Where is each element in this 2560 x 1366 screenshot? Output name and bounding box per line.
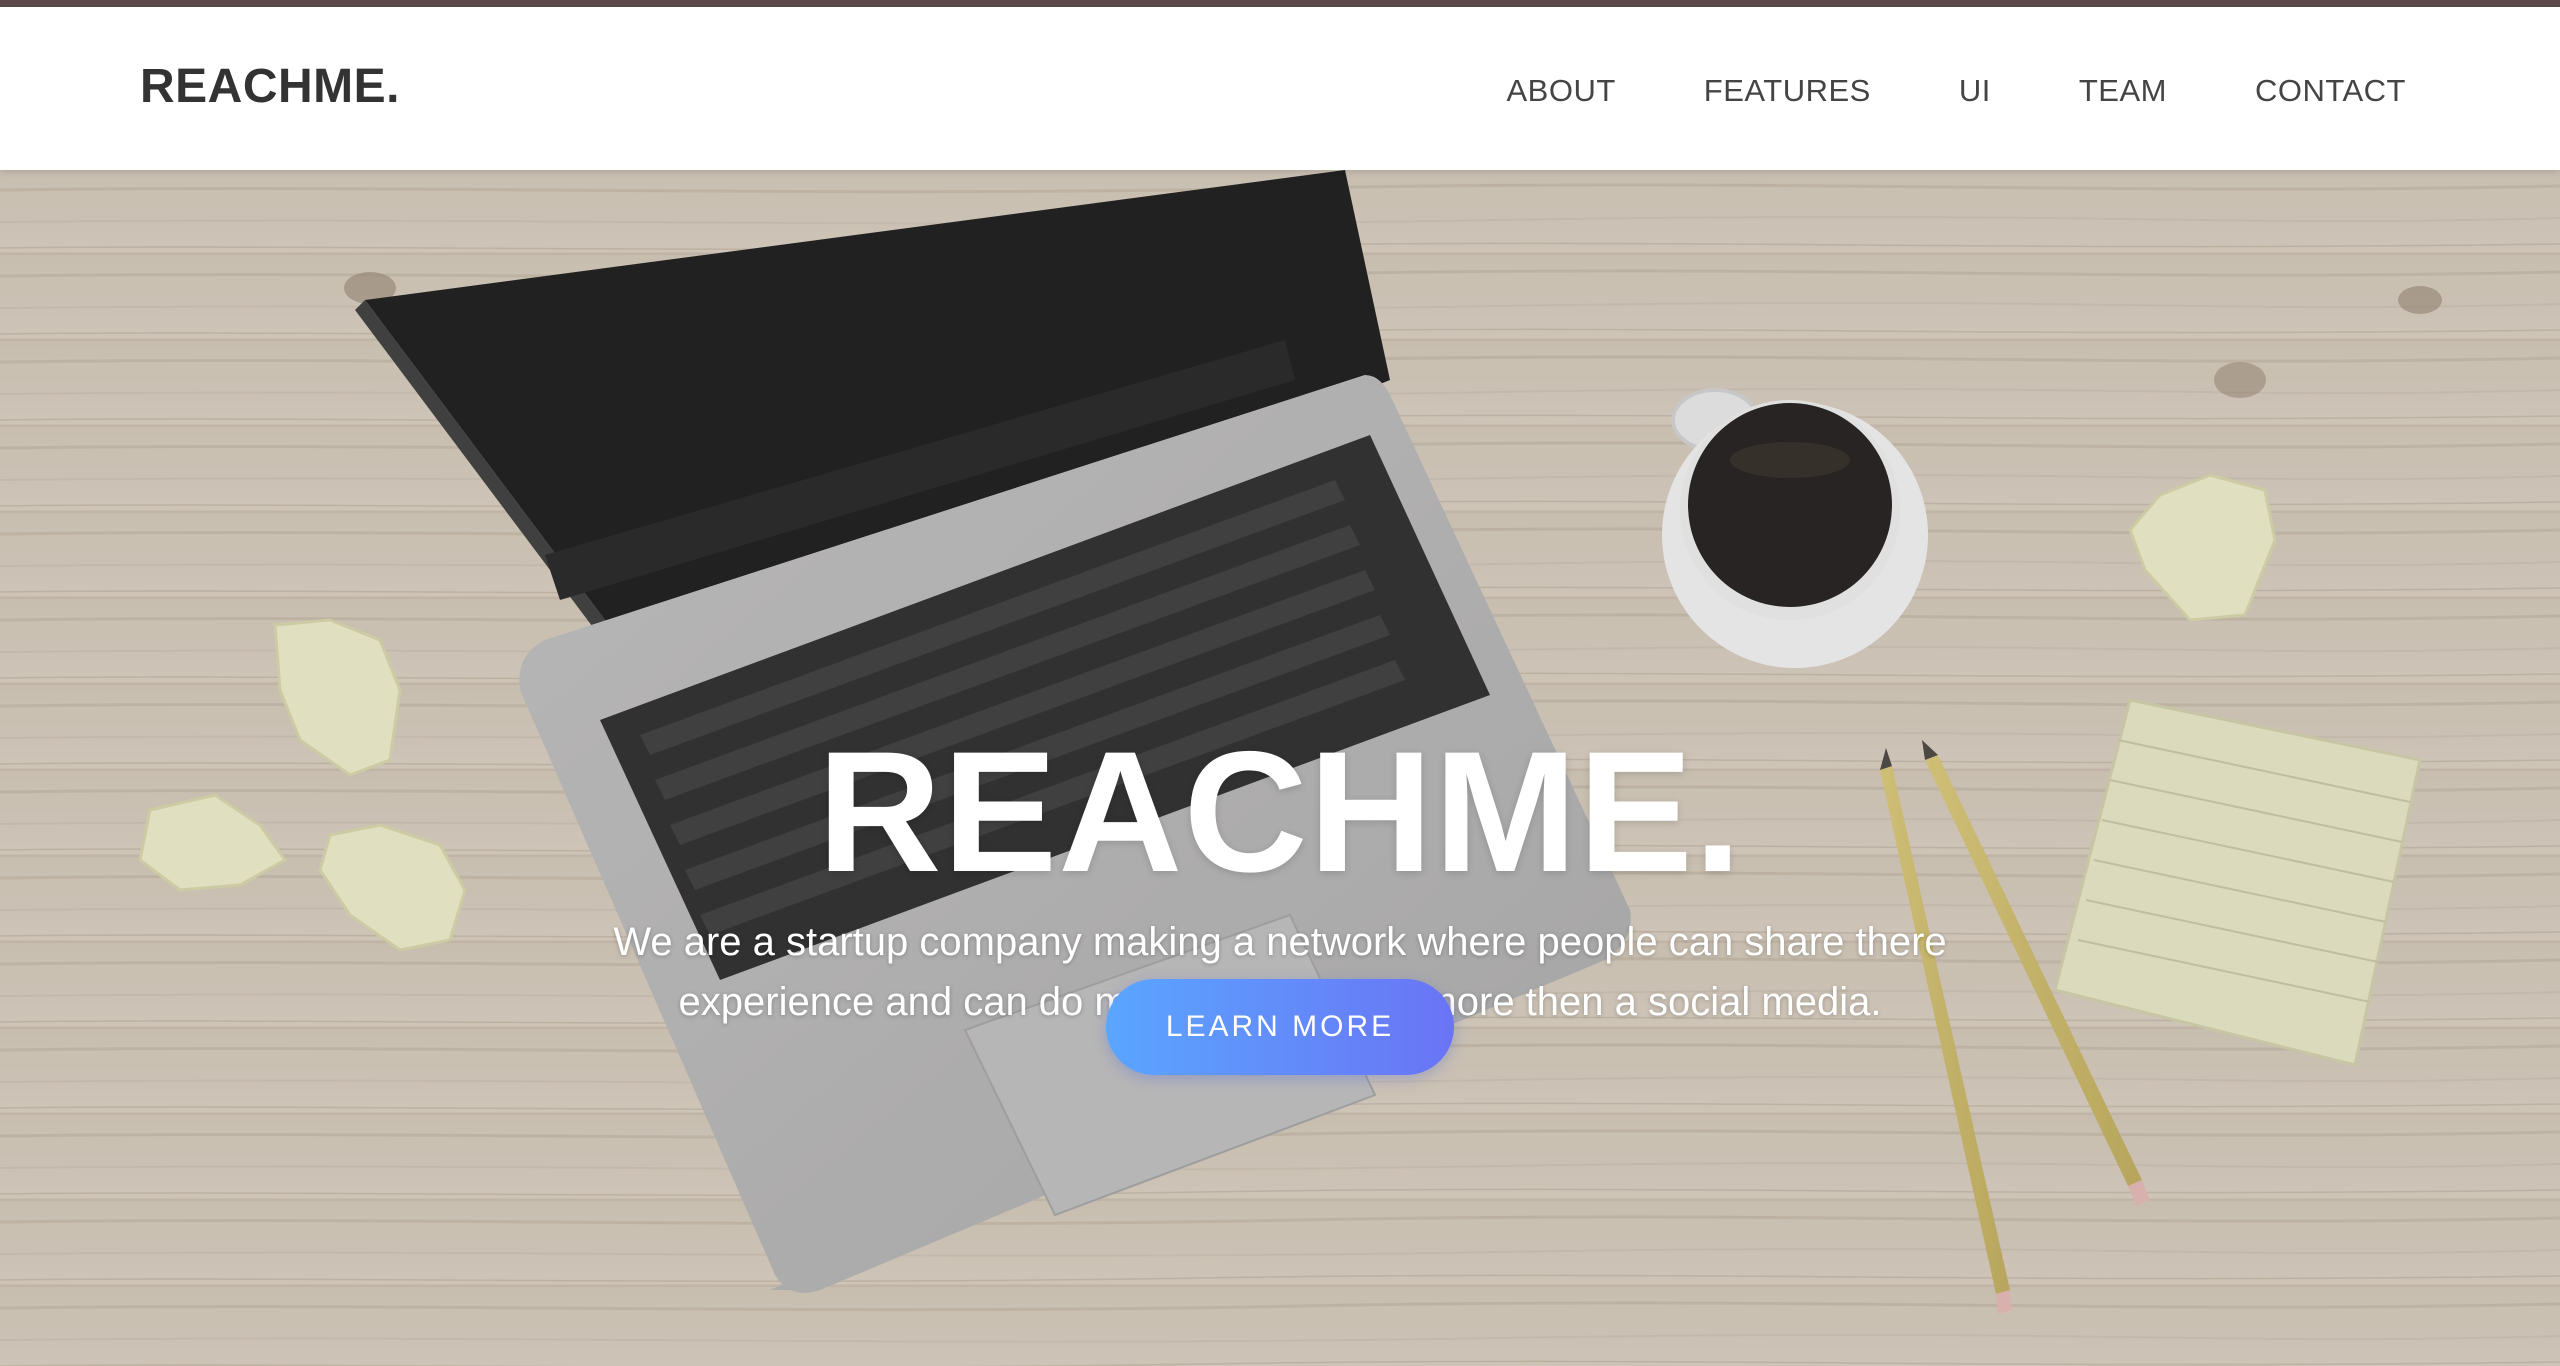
nav-link-features[interactable]: FEATURES	[1704, 73, 1871, 109]
top-accent-strip	[0, 0, 2560, 7]
nav-menu: ABOUT FEATURES UI TEAM CONTACT	[1418, 73, 2406, 109]
nav-link-ui[interactable]: UI	[1959, 73, 1991, 109]
navbar: REACHME. ABOUT FEATURES UI TEAM CONTACT	[0, 7, 2560, 170]
nav-link-about[interactable]: ABOUT	[1506, 73, 1615, 109]
brand-logo[interactable]: REACHME.	[140, 59, 400, 114]
landing-page: REACHME. ABOUT FEATURES UI TEAM CONTACT	[0, 0, 2560, 1366]
hero-title: REACHME.	[817, 716, 1743, 908]
learn-more-button[interactable]: LEARN MORE	[1106, 979, 1454, 1075]
nav-link-team[interactable]: TEAM	[2079, 73, 2167, 109]
nav-link-contact[interactable]: CONTACT	[2255, 73, 2406, 109]
hero-section: REACHME. We are a startup company making…	[0, 170, 2560, 1366]
